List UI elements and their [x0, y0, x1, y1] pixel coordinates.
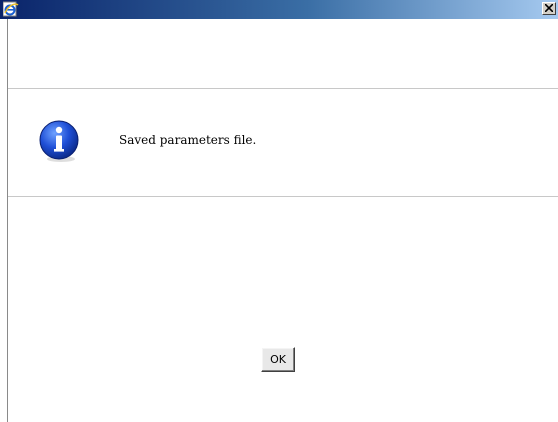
- close-button[interactable]: [542, 2, 556, 15]
- ok-button[interactable]: OK: [261, 347, 295, 372]
- message-text: Saved parameters file.: [119, 133, 257, 147]
- internet-explorer-icon: [2, 1, 19, 17]
- title-bar[interactable]: [0, 0, 558, 19]
- bottom-divider: [8, 196, 558, 197]
- top-divider: [8, 88, 558, 89]
- info-icon: [37, 119, 81, 163]
- window-left-border: [7, 19, 8, 422]
- close-icon: [545, 4, 553, 12]
